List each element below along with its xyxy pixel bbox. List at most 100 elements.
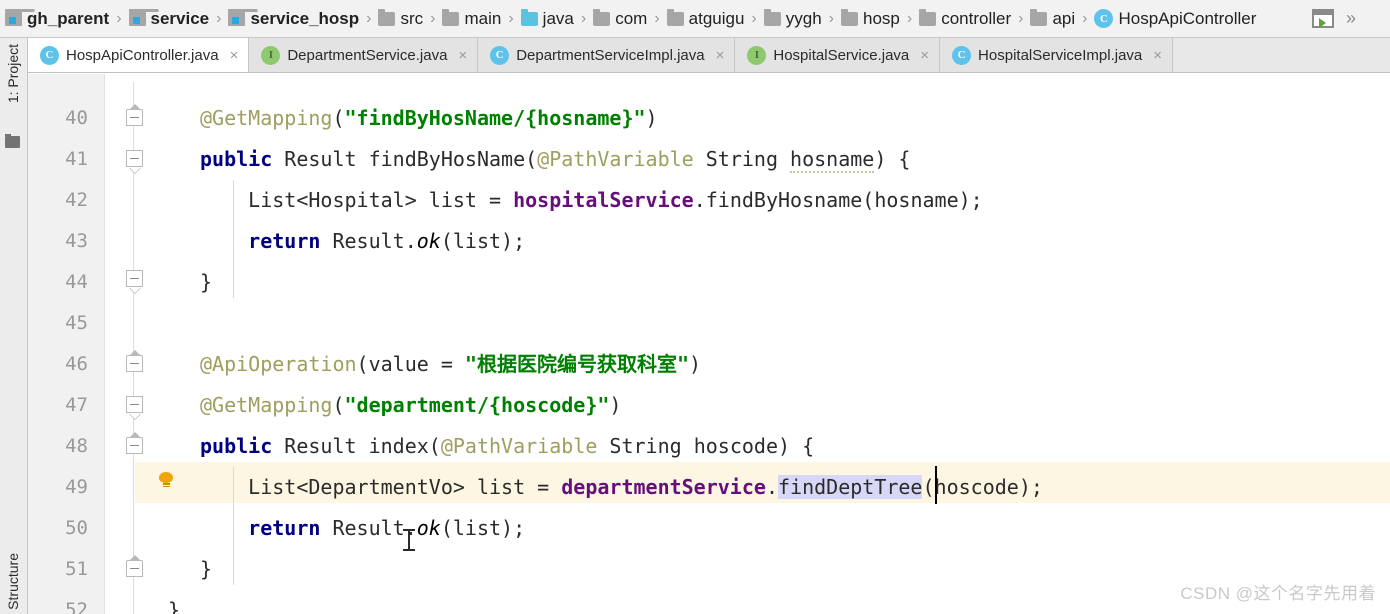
folder-icon <box>1030 8 1048 26</box>
module-icon <box>228 9 259 26</box>
class-icon: C <box>40 45 59 65</box>
indent-guide <box>233 180 234 298</box>
idea-window: gh_parent › service › service_hosp › src… <box>0 0 1390 614</box>
folder-icon <box>763 8 781 26</box>
breadcrumb-item-atguigu[interactable]: atguigu <box>662 0 750 37</box>
fold-marker[interactable] <box>126 432 143 454</box>
tab-HospApiController[interactable]: C HospApiController.java × <box>28 38 250 72</box>
breadcrumb-item-service[interactable]: service <box>124 0 215 37</box>
breadcrumb-item-com[interactable]: com <box>588 0 652 37</box>
line-number: 43 <box>65 230 88 252</box>
breadcrumb-item-controller[interactable]: controller <box>914 0 1016 37</box>
breadcrumb-separator: › <box>216 9 222 27</box>
breadcrumb-label: com <box>615 8 648 28</box>
folder-icon <box>841 8 858 26</box>
breadcrumb-separator: › <box>654 9 660 27</box>
close-icon[interactable]: × <box>458 48 467 63</box>
breadcrumb-item-hosp[interactable]: hosp <box>836 0 905 37</box>
breadcrumb-item-src[interactable]: src <box>373 0 428 37</box>
breadcrumb-separator: › <box>508 9 514 27</box>
breadcrumb-item-java[interactable]: java <box>516 0 579 37</box>
code-text: List<Hospital> list = hospitalService.fi… <box>200 188 983 212</box>
code-text: @ApiOperation(value = "根据医院编号获取科室") <box>200 352 702 376</box>
code-text: List<DepartmentVo> list = departmentServ… <box>200 475 1043 499</box>
tab-label: HospitalServiceImpl.java <box>978 46 1143 64</box>
code-line-45: 45 <box>28 303 1390 344</box>
close-icon[interactable]: × <box>716 48 725 63</box>
close-icon[interactable]: × <box>1153 48 1162 63</box>
code-text: @GetMapping("findByHosName/{hosname}") <box>200 106 658 130</box>
folder-icon <box>919 8 937 26</box>
watermark: CSDN @这个名字先用着 <box>1180 584 1376 603</box>
text-caret <box>935 466 937 504</box>
code-text: public Result findByHosName(@PathVariabl… <box>200 147 911 173</box>
tab-DepartmentServiceImpl[interactable]: C DepartmentServiceImpl.java × <box>478 38 736 72</box>
code-text: } <box>200 557 213 581</box>
fold-marker[interactable] <box>126 396 143 413</box>
fold-marker[interactable] <box>126 150 143 167</box>
folder-icon <box>5 134 20 148</box>
tool-window-button-project[interactable]: 1: Project <box>5 44 21 103</box>
breadcrumb-item-api[interactable]: api <box>1025 0 1080 37</box>
breadcrumb-label: hosp <box>863 8 900 28</box>
breadcrumb-separator: › <box>116 9 122 27</box>
breadcrumb-overflow-icon[interactable]: » <box>1346 8 1356 29</box>
line-number: 41 <box>65 148 88 170</box>
breadcrumb-separator: › <box>580 9 587 27</box>
folder-icon <box>442 8 460 26</box>
code-line-47: 47 @GetMapping("department/{hoscode}") <box>28 385 1390 426</box>
line-number: 40 <box>65 107 88 129</box>
fold-marker[interactable] <box>126 104 143 126</box>
source-folder-icon <box>520 8 538 26</box>
breadcrumb-separator: › <box>1082 9 1088 27</box>
indent-guide <box>233 467 234 585</box>
breadcrumb-separator: › <box>366 9 372 27</box>
intention-bulb-icon[interactable] <box>159 472 173 487</box>
line-number: 44 <box>65 271 88 293</box>
breadcrumb-separator: › <box>828 9 834 27</box>
breadcrumb-label: java <box>542 8 574 28</box>
class-icon: C <box>1094 9 1114 28</box>
tab-HospitalService[interactable]: I HospitalService.java × <box>735 38 941 72</box>
class-icon: C <box>952 45 972 65</box>
breadcrumb-label: gh_parent <box>27 8 110 28</box>
interface-icon: I <box>261 45 281 65</box>
line-number: 51 <box>65 558 88 580</box>
fold-marker[interactable] <box>126 350 143 372</box>
close-icon[interactable]: × <box>920 48 929 63</box>
code-text: } <box>168 598 181 614</box>
class-icon: C <box>490 45 510 65</box>
breadcrumb-label: service <box>150 8 210 28</box>
breadcrumb-label: service_hosp <box>250 8 360 28</box>
code-text: } <box>200 270 213 294</box>
breadcrumb-item-service_hosp[interactable]: service_hosp <box>223 0 364 37</box>
breadcrumb-item-yygh[interactable]: yygh <box>759 0 827 37</box>
module-icon <box>5 9 35 26</box>
tab-label: DepartmentService.java <box>287 46 448 64</box>
breadcrumb-separator: › <box>1018 9 1024 27</box>
close-icon[interactable]: × <box>230 48 239 63</box>
line-number: 52 <box>65 599 88 614</box>
tool-window-button-structure[interactable]: Structure <box>5 553 21 610</box>
module-icon <box>128 9 159 26</box>
breadcrumb-item-HospApiController[interactable]: C HospApiController <box>1089 0 1261 37</box>
selected-identifier: findDeptTree <box>777 475 923 499</box>
breadcrumb-item-gh_parent[interactable]: gh_parent <box>0 0 114 37</box>
breadcrumb-separator: › <box>430 9 436 27</box>
code-line-40: 40 @GetMapping("findByHosName/{hosname}"… <box>28 98 1390 139</box>
fold-marker[interactable] <box>126 555 143 577</box>
code-line-41: 41 public Result findByHosName(@PathVari… <box>28 139 1390 180</box>
code-editor[interactable]: @ApiOperation(value = "根据医院名称查询" 40 @Get… <box>28 74 1390 614</box>
breadcrumb-item-main[interactable]: main <box>437 0 506 37</box>
tab-DepartmentService[interactable]: I DepartmentService.java × <box>249 38 479 72</box>
breadcrumb-label: api <box>1052 8 1076 28</box>
code-line-46: 46 @ApiOperation(value = "根据医院编号获取科室") <box>28 344 1390 385</box>
fold-marker[interactable] <box>126 270 143 287</box>
line-number: 46 <box>65 353 88 375</box>
folder-icon <box>666 8 684 26</box>
tab-HospitalServiceImpl[interactable]: C HospitalServiceImpl.java × <box>940 38 1174 72</box>
line-number: 45 <box>65 312 88 334</box>
line-number: 49 <box>65 476 88 498</box>
run-configuration-icon[interactable] <box>1312 9 1334 28</box>
breadcrumb: gh_parent › service › service_hosp › src… <box>0 0 1390 38</box>
